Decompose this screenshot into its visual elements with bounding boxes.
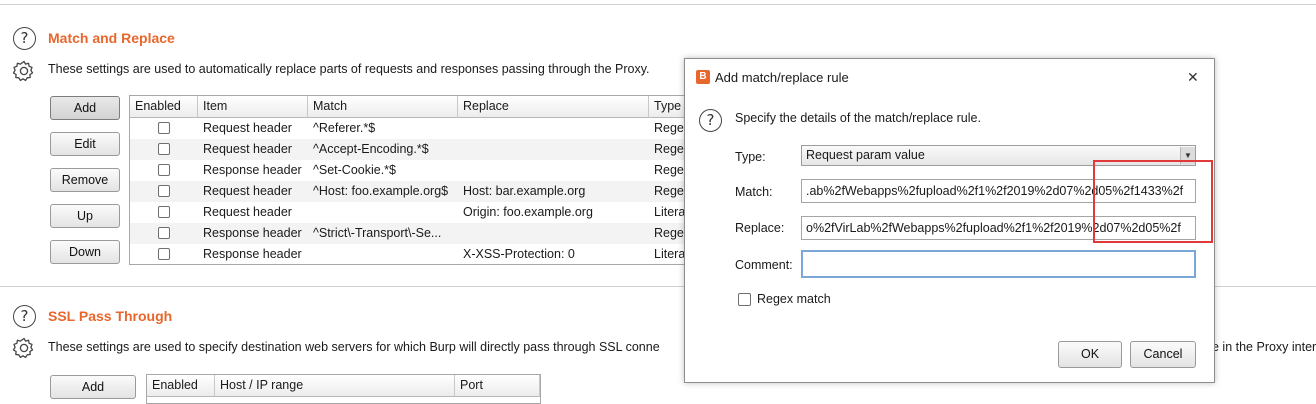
row-match: ^Referer.*$	[313, 121, 376, 135]
row-replace: X-XSS-Protection: 0	[463, 247, 575, 261]
ssl-hosts-table: Enabled Host / IP range Port	[146, 374, 541, 404]
row-enabled-checkbox[interactable]	[158, 143, 170, 155]
dialog-title: Add match/replace rule	[715, 70, 849, 85]
table-row[interactable]: Response header ^Set-Cookie.*$ Regex	[130, 160, 708, 181]
help-icon[interactable]: ?	[699, 109, 722, 132]
row-replace	[458, 160, 649, 181]
move-down-button[interactable]: Down	[50, 240, 120, 264]
row-enabled-checkbox[interactable]	[158, 206, 170, 218]
dialog-instruction: Specify the details of the match/replace…	[735, 111, 981, 125]
column-header-host[interactable]: Host / IP range	[215, 375, 455, 397]
row-match	[308, 202, 458, 223]
table-row[interactable]: Request header ^Referer.*$ Regex	[130, 118, 708, 139]
ssl-pass-through-description: These settings are used to specify desti…	[48, 340, 660, 354]
help-icon[interactable]: ?	[13, 305, 36, 328]
rules-table: Enabled Item Match Replace Type Request …	[129, 95, 709, 265]
row-item: Response header	[203, 226, 302, 240]
edit-rule-button[interactable]: Edit	[50, 132, 120, 156]
table-row[interactable]: Response header X-XSS-Protection: 0 Lite…	[130, 244, 708, 265]
row-match: ^Host: foo.example.org$	[313, 184, 449, 198]
add-host-button[interactable]: Add	[50, 375, 136, 399]
row-item: Response header	[203, 163, 302, 177]
column-header-item[interactable]: Item	[198, 96, 308, 118]
column-header-replace[interactable]: Replace	[458, 96, 649, 118]
row-replace: Host: bar.example.org	[463, 184, 586, 198]
column-header-enabled[interactable]: Enabled	[147, 375, 215, 397]
ssl-pass-through-description-tail: e in the Proxy inter	[1212, 340, 1316, 354]
row-enabled-checkbox[interactable]	[158, 185, 170, 197]
ssl-pass-through-title: SSL Pass Through	[48, 308, 173, 324]
row-replace	[458, 118, 649, 139]
match-replace-title: Match and Replace	[48, 30, 175, 46]
row-item: Request header	[203, 142, 292, 156]
row-replace	[458, 223, 649, 244]
remove-rule-button[interactable]: Remove	[50, 168, 120, 192]
row-replace: Origin: foo.example.org	[463, 205, 593, 219]
replace-label: Replace:	[735, 221, 785, 235]
row-item: Response header	[203, 247, 302, 261]
table-row[interactable]: Request header ^Host: foo.example.org$ H…	[130, 181, 708, 202]
comment-field[interactable]	[801, 250, 1196, 278]
add-rule-button[interactable]: Add	[50, 96, 120, 120]
row-item: Request header	[203, 205, 292, 219]
burp-app-icon: B	[696, 70, 710, 84]
row-enabled-checkbox[interactable]	[158, 248, 170, 260]
column-header-enabled[interactable]: Enabled	[130, 96, 198, 118]
row-item: Request header	[203, 121, 292, 135]
row-item: Request header	[203, 184, 292, 198]
row-match	[308, 244, 458, 265]
match-replace-description: These settings are used to automatically…	[48, 62, 650, 76]
table-row[interactable]: Request header Origin: foo.example.org L…	[130, 202, 708, 223]
row-match: ^Set-Cookie.*$	[313, 163, 396, 177]
highlight-box	[1093, 160, 1213, 243]
table-row[interactable]: Response header ^Strict\-Transport\-Se..…	[130, 223, 708, 244]
table-row[interactable]: Request header ^Accept-Encoding.*$ Regex	[130, 139, 708, 160]
comment-label: Comment:	[735, 258, 793, 272]
row-enabled-checkbox[interactable]	[158, 122, 170, 134]
gear-icon[interactable]	[12, 336, 36, 360]
column-header-port[interactable]: Port	[455, 375, 540, 397]
type-select-value: Request param value	[806, 148, 925, 162]
row-replace	[458, 139, 649, 160]
help-icon[interactable]: ?	[13, 27, 36, 50]
move-up-button[interactable]: Up	[50, 204, 120, 228]
type-label: Type:	[735, 150, 766, 164]
row-match: ^Strict\-Transport\-Se...	[313, 226, 442, 240]
ok-button[interactable]: OK	[1058, 341, 1122, 368]
row-match: ^Accept-Encoding.*$	[313, 142, 429, 156]
match-label: Match:	[735, 185, 773, 199]
gear-icon[interactable]	[12, 59, 36, 83]
row-enabled-checkbox[interactable]	[158, 164, 170, 176]
top-divider	[0, 4, 1316, 5]
regex-match-label: Regex match	[757, 292, 831, 306]
row-enabled-checkbox[interactable]	[158, 227, 170, 239]
regex-match-checkbox[interactable]	[738, 293, 751, 306]
cancel-button[interactable]: Cancel	[1130, 341, 1196, 368]
column-header-match[interactable]: Match	[308, 96, 458, 118]
close-icon[interactable]: ✕	[1187, 69, 1199, 86]
